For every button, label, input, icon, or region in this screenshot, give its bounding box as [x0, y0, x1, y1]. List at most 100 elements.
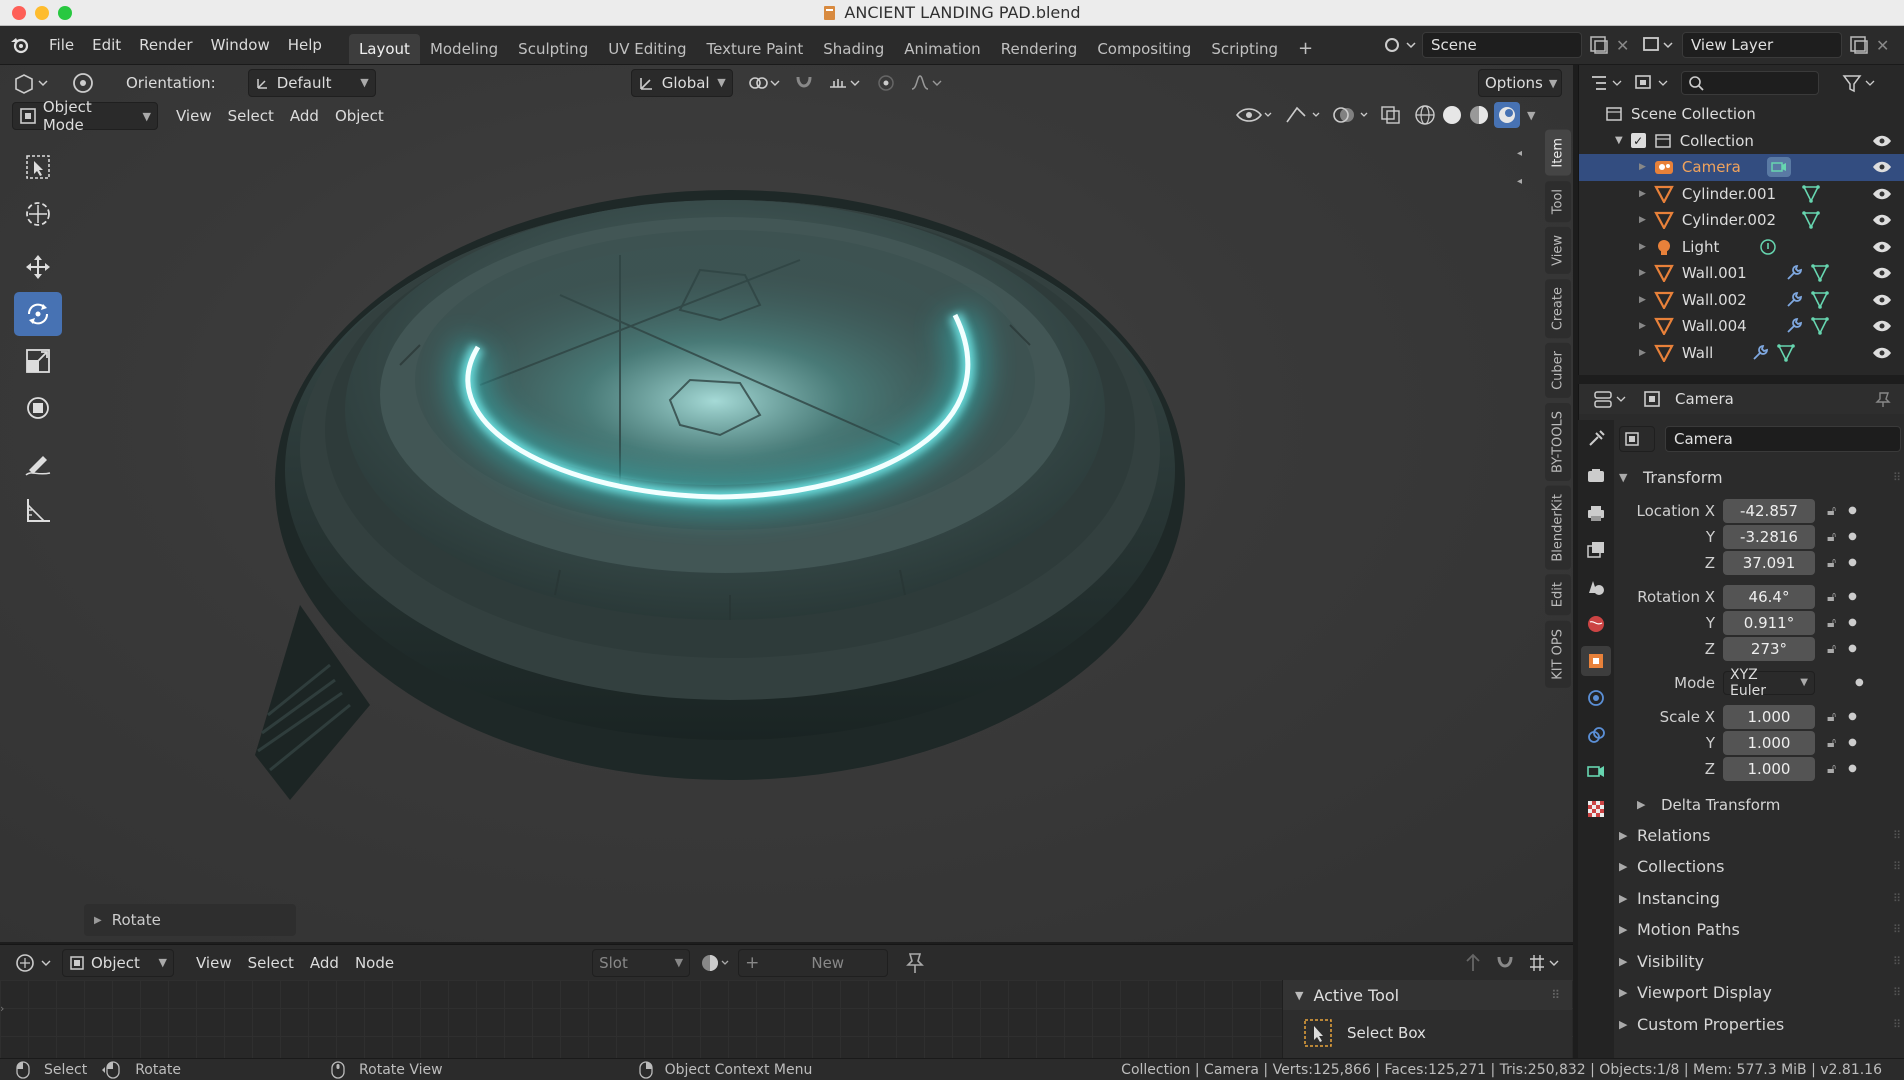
3d-viewport[interactable] [0, 65, 1573, 942]
active-tool-row[interactable]: Select Box [1283, 1010, 1572, 1056]
keyframe-dot-icon[interactable]: ● [1848, 711, 1857, 722]
tab-object-data-properties[interactable] [1581, 757, 1611, 787]
transform-panel-header[interactable]: ▼ Transform ⠿ [1619, 462, 1901, 494]
shader-type-dropdown[interactable]: Object ▼ [62, 948, 174, 977]
eye-icon[interactable] [1872, 187, 1892, 201]
menu-render[interactable]: Render [130, 32, 201, 58]
sidebar-tab-item[interactable]: Item [1545, 130, 1571, 176]
cursor-tool[interactable] [14, 192, 62, 236]
proportional-editing-icon[interactable] [875, 71, 897, 95]
sidebar-tab-view[interactable]: View [1545, 226, 1571, 274]
measure-tool[interactable] [14, 488, 62, 532]
scale-x-field[interactable]: 1.000 [1723, 704, 1815, 729]
tab-constraint-properties[interactable] [1581, 720, 1611, 750]
outliner-item-wall-002[interactable]: ▶ Wall.002 [1579, 287, 1904, 314]
collection-checkbox[interactable]: ✓ [1630, 133, 1646, 149]
lock-icon[interactable]: 🔓︎ [1827, 555, 1836, 571]
blender-logo-icon[interactable] [0, 36, 40, 54]
keyframe-dot-icon[interactable]: ● [1848, 505, 1857, 516]
mesh-data-icon[interactable] [1802, 184, 1820, 203]
sidebar-tab-cuber[interactable]: Cuber [1545, 342, 1571, 398]
transform-orientation-dropdown[interactable]: Global ▼ [630, 68, 733, 97]
outliner-item-light[interactable]: ▶ Light [1579, 234, 1904, 261]
lock-icon[interactable]: 🔓︎ [1827, 735, 1836, 751]
expand-triangle-icon[interactable]: ▶ [1639, 321, 1646, 331]
shader-menu-view[interactable]: View [188, 950, 240, 976]
location-z-field[interactable]: 37.091 [1723, 550, 1815, 575]
eye-icon[interactable] [1872, 319, 1892, 333]
close-window-button[interactable] [12, 6, 26, 20]
outliner-item-cylinder-002[interactable]: ▶ Cylinder.002 [1579, 207, 1904, 234]
expand-triangle-icon[interactable]: ▶ [1639, 162, 1646, 172]
lock-icon[interactable]: 🔓︎ [1827, 709, 1836, 725]
expand-triangle-icon[interactable]: ▶ [1639, 189, 1646, 199]
transform-tool[interactable] [14, 386, 62, 430]
expand-triangle-icon[interactable]: ▶ [1639, 295, 1646, 305]
transform-gizmo-icon[interactable] [68, 70, 98, 96]
modifier-wrench-icon[interactable] [1785, 291, 1803, 309]
snap-magnet-icon[interactable] [793, 71, 815, 95]
lock-icon[interactable]: 🔓︎ [1827, 529, 1836, 545]
tab-uv-editing[interactable]: UV Editing [598, 34, 696, 64]
shader-menu-select[interactable]: Select [240, 950, 302, 976]
viewport-menu-select[interactable]: Select [220, 103, 282, 129]
lock-icon[interactable]: 🔓︎ [1827, 761, 1836, 777]
editor-type-selector[interactable] [12, 71, 50, 95]
modifier-wrench-icon[interactable] [1751, 344, 1769, 362]
rotate-tool[interactable] [14, 292, 62, 336]
tab-view-layer-properties[interactable] [1581, 535, 1611, 565]
tab-rendering[interactable]: Rendering [991, 34, 1088, 64]
browse-material-icon[interactable] [700, 950, 732, 976]
minimize-window-button[interactable] [35, 6, 49, 20]
shader-snap-mode-icon[interactable] [1526, 951, 1562, 975]
tab-texture-paint[interactable]: Texture Paint [696, 34, 813, 64]
mesh-data-icon[interactable] [1810, 290, 1829, 309]
drag-grip-icon[interactable]: ⠿ [1551, 988, 1560, 1002]
tab-scripting[interactable]: Scripting [1201, 34, 1288, 64]
tab-world-properties[interactable] [1581, 609, 1611, 639]
scale-y-field[interactable]: 1.000 [1723, 730, 1815, 755]
object-name-field[interactable]: Camera [1665, 426, 1901, 452]
viewport-menu-object[interactable]: Object [327, 103, 392, 129]
modifier-wrench-icon[interactable] [1785, 264, 1803, 282]
location-x-field[interactable]: -42.857 [1723, 498, 1815, 523]
xray-toggle-icon[interactable] [1379, 102, 1403, 128]
tab-render-properties[interactable] [1581, 461, 1611, 491]
new-material-button[interactable]: + New [738, 948, 889, 977]
orientation-dropdown[interactable]: Default ▼ [247, 68, 376, 97]
mesh-data-icon[interactable] [1802, 211, 1820, 230]
scale-z-field[interactable]: 1.000 [1723, 756, 1815, 781]
shader-snap-icon[interactable] [1494, 951, 1516, 975]
visibility-icon[interactable] [1235, 102, 1273, 128]
expand-triangle-icon[interactable]: ▶ [1639, 215, 1646, 225]
pivot-point-icon[interactable] [745, 71, 781, 95]
rotation-mode-dropdown[interactable]: XYZ Euler ▼ [1723, 667, 1815, 699]
lock-icon[interactable]: 🔓︎ [1827, 503, 1836, 519]
pin-icon[interactable] [902, 950, 928, 976]
tab-output-properties[interactable] [1581, 498, 1611, 528]
tab-modeling[interactable]: Modeling [420, 34, 508, 64]
tab-tool-properties[interactable] [1581, 424, 1611, 454]
tab-physics-properties[interactable] [1581, 683, 1611, 713]
viewport-menu-view[interactable]: View [168, 103, 220, 129]
object-type-dropdown[interactable] [1619, 426, 1655, 452]
sidebar-tab-edit[interactable]: Edit [1545, 574, 1571, 616]
menu-window[interactable]: Window [202, 32, 279, 58]
outliner-item-cylinder-001[interactable]: ▶ Cylinder.001 [1579, 181, 1904, 208]
eye-icon[interactable] [1872, 213, 1892, 227]
keyframe-dot-icon[interactable]: ● [1848, 617, 1857, 628]
keyframe-dot-icon[interactable]: ● [1855, 677, 1864, 688]
mode-dropdown[interactable]: Object Mode ▼ [12, 98, 158, 134]
gizmo-toggle-icon[interactable] [1283, 102, 1321, 128]
shader-menu-add[interactable]: Add [302, 950, 347, 976]
expand-triangle-icon[interactable]: ▶ [1639, 348, 1646, 358]
mesh-data-icon[interactable] [1810, 264, 1829, 283]
tab-scene-properties[interactable] [1581, 572, 1611, 602]
keyframe-dot-icon[interactable]: ● [1848, 737, 1857, 748]
properties-editor-icon[interactable] [1593, 388, 1629, 410]
select-box-tool[interactable] [14, 145, 62, 189]
zoom-window-button[interactable] [58, 6, 72, 20]
panel-collections[interactable]: ▶ Collections ⠿ [1619, 851, 1901, 883]
viewport-menu-add[interactable]: Add [282, 103, 327, 129]
eye-icon[interactable] [1872, 160, 1892, 174]
